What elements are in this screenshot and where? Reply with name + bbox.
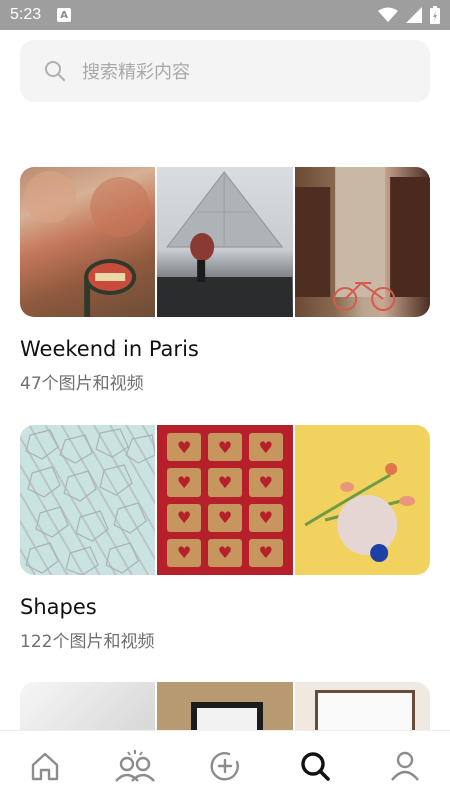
heart-icon: ♥ [208,433,242,462]
bottom-navigation [0,730,450,800]
search-bar[interactable]: 搜索精彩内容 [20,40,430,102]
status-indicators [378,6,440,24]
collection-title: Shapes [20,595,97,619]
collection-card[interactable]: ♥ ♥ ♥ ♥ ♥ ♥ ♥ ♥ ♥ ♥ ♥ ♥ Shapes 122个图片和视频 [20,425,430,652]
signal-icon [406,7,422,23]
search-icon [45,61,65,81]
home-icon [31,752,59,780]
heart-icon: ♥ [208,538,242,567]
heart-icon: ♥ [167,433,202,462]
nav-community[interactable] [105,736,165,796]
battery-icon [430,6,440,24]
heart-icon: ♥ [248,433,283,462]
collection-photo [20,425,156,575]
people-icon [115,749,155,782]
search-icon [301,751,330,781]
collection-collage[interactable] [20,167,430,317]
nav-profile[interactable] [375,736,435,796]
heart-icon: ♥ [248,503,283,532]
collection-photo [294,167,430,317]
nav-add[interactable] [195,736,255,796]
heart-icon: ♥ [208,503,242,532]
heart-icon: ♥ [208,468,242,497]
heart-icon: ♥ [248,468,283,497]
collection-title: Weekend in Paris [20,337,199,361]
collection-photo [20,167,156,317]
collection-count: 47个图片和视频 [20,374,144,394]
nav-explore[interactable] [285,736,345,796]
heart-icon: ♥ [167,503,202,532]
nav-home[interactable] [15,736,75,796]
heart-toasts: ♥ ♥ ♥ ♥ ♥ ♥ ♥ ♥ ♥ ♥ ♥ ♥ [167,433,283,567]
bicycle-photo [294,167,430,311]
flowers-still-life-photo [304,463,415,562]
heart-icon: ♥ [167,468,202,497]
collection-card[interactable]: Weekend in Paris 47个图片和视频 [20,167,430,394]
heart-icon: ♥ [167,538,202,567]
status-time: 5:23 [10,6,42,23]
collection-count: 122个图片和视频 [20,632,155,652]
wifi-icon [378,7,398,22]
pyramid-photo [157,171,293,317]
status-bar: 5:23 A [0,0,450,30]
person-icon [391,751,419,781]
collection-photo [294,425,430,575]
heart-icon: ♥ [248,538,283,567]
metro-sign-photo [24,171,151,317]
collection-photo [157,167,293,317]
notification-a-icon: A [57,8,72,22]
collection-collage[interactable]: ♥ ♥ ♥ ♥ ♥ ♥ ♥ ♥ ♥ ♥ ♥ ♥ [20,425,430,575]
add-circle-icon [210,751,239,780]
search-placeholder: 搜索精彩内容 [82,62,190,83]
pentagon-tiles-photo [25,428,156,575]
collection-photo: ♥ ♥ ♥ ♥ ♥ ♥ ♥ ♥ ♥ ♥ ♥ ♥ [157,425,293,575]
